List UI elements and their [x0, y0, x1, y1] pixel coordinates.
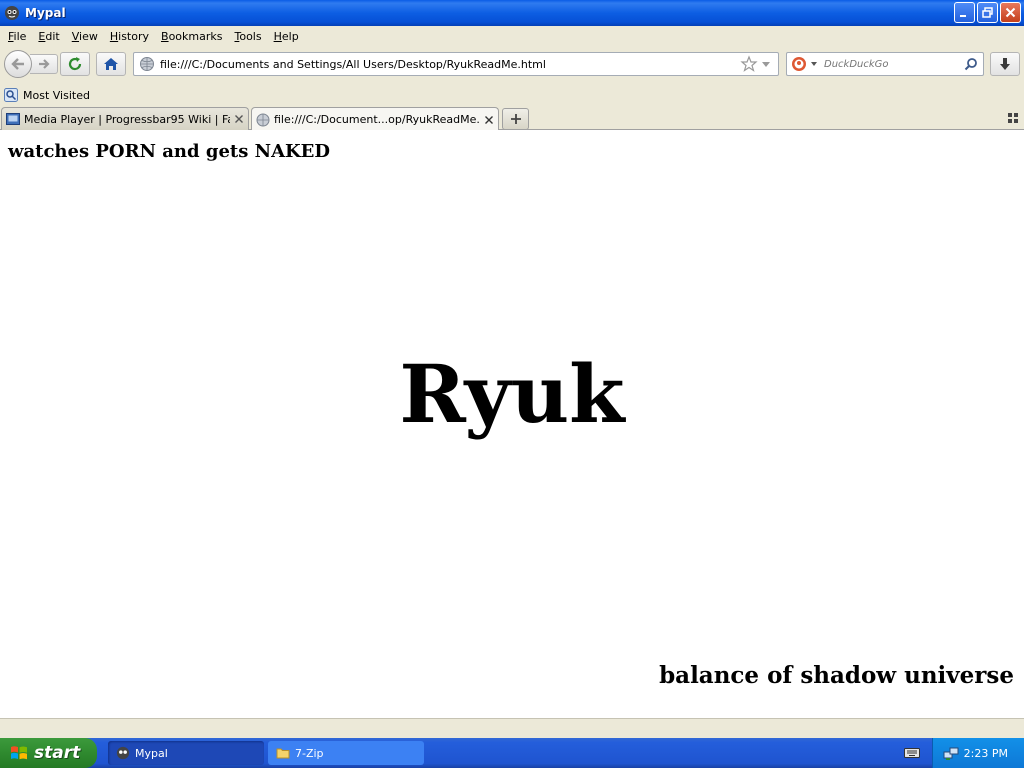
- back-button[interactable]: [4, 50, 32, 78]
- mypal-app-icon: [5, 6, 19, 20]
- minimize-icon: [960, 15, 966, 17]
- tab-strip: Media Player | Progressbar95 Wiki | Fand…: [0, 106, 1024, 131]
- search-input[interactable]: [824, 58, 964, 70]
- keyboard-icon[interactable]: [904, 746, 920, 760]
- new-tab-button[interactable]: [502, 108, 529, 130]
- page-top-text: watches PORN and gets NAKED: [8, 141, 331, 162]
- page-bottom-text: balance of shadow universe: [659, 662, 1014, 689]
- page-title: Ryuk: [399, 347, 625, 441]
- system-tray: 2:23 PM: [932, 738, 1024, 768]
- menu-bookmarks[interactable]: Bookmarks: [155, 30, 228, 43]
- most-visited-icon: [4, 88, 18, 102]
- search-bar[interactable]: [786, 52, 984, 76]
- folder-icon: [276, 748, 290, 759]
- globe-icon: [140, 57, 154, 71]
- tab-label: file:///C:/Document...op/RyukReadMe.html: [274, 113, 480, 126]
- menu-tools[interactable]: Tools: [228, 30, 267, 43]
- reload-button[interactable]: [60, 52, 90, 76]
- taskbar-item-mypal[interactable]: Mypal: [108, 741, 264, 765]
- menu-history[interactable]: History: [104, 30, 155, 43]
- taskbar-item-7zip[interactable]: 7-Zip: [268, 741, 424, 765]
- restore-button[interactable]: [977, 2, 998, 23]
- list-all-tabs-icon[interactable]: [1008, 113, 1018, 123]
- taskbar-item-label: Mypal: [135, 746, 168, 760]
- search-magnifier-icon[interactable]: [964, 57, 978, 71]
- fandom-favicon-icon: [6, 113, 20, 125]
- home-button[interactable]: [96, 52, 126, 76]
- window-title: Mypal: [25, 6, 66, 20]
- tab-label: Media Player | Progressbar95 Wiki | Fand…: [24, 112, 230, 126]
- address-bar[interactable]: file:///C:/Documents and Settings/All Us…: [133, 52, 779, 76]
- taskbar-item-label: 7-Zip: [295, 746, 324, 760]
- windows-flag-icon: [11, 746, 27, 760]
- start-button[interactable]: start: [0, 738, 97, 768]
- tab-media-player[interactable]: Media Player | Progressbar95 Wiki | Fand…: [1, 107, 249, 130]
- menu-help[interactable]: Help: [268, 30, 305, 43]
- bookmark-star-icon[interactable]: [740, 55, 758, 73]
- most-visited-bookmark[interactable]: Most Visited: [23, 89, 90, 102]
- globe-icon: [256, 113, 270, 126]
- url-history-dropdown-icon[interactable]: [760, 58, 772, 70]
- status-bar: [0, 718, 1024, 738]
- plus-icon: [510, 114, 521, 124]
- reload-icon: [68, 57, 82, 71]
- close-button[interactable]: [1000, 2, 1021, 23]
- close-icon: [1005, 7, 1016, 18]
- bookmarks-toolbar: Most Visited: [0, 84, 1024, 106]
- search-engine-dropdown-icon[interactable]: [810, 60, 818, 68]
- title-bar[interactable]: Mypal: [0, 0, 1024, 26]
- menu-file[interactable]: File: [2, 30, 32, 43]
- download-arrow-icon: [1000, 58, 1010, 70]
- start-label: start: [34, 743, 81, 763]
- minimize-button[interactable]: [954, 2, 975, 23]
- network-icon[interactable]: [943, 745, 959, 761]
- navigation-toolbar: file:///C:/Documents and Settings/All Us…: [0, 46, 1024, 82]
- menu-edit[interactable]: Edit: [32, 30, 65, 43]
- restore-icon: [982, 7, 993, 18]
- url-text[interactable]: file:///C:/Documents and Settings/All Us…: [160, 58, 740, 71]
- forward-arrow-icon: [38, 59, 50, 69]
- close-tab-icon[interactable]: [234, 114, 244, 124]
- tab-ryuk-readme[interactable]: file:///C:/Document...op/RyukReadMe.html: [251, 107, 499, 131]
- menu-bar: File Edit View History Bookmarks Tools H…: [0, 26, 1024, 46]
- taskbar: start Mypal 7-Zip 2:23 PM: [0, 738, 1024, 768]
- home-icon: [104, 58, 118, 70]
- clock[interactable]: 2:23 PM: [964, 747, 1008, 760]
- downloads-button[interactable]: [990, 52, 1020, 76]
- back-arrow-icon: [11, 58, 24, 70]
- page-content: watches PORN and gets NAKED Ryuk balance…: [0, 130, 1024, 718]
- close-tab-icon[interactable]: [484, 115, 494, 125]
- forward-button[interactable]: [30, 54, 58, 74]
- duckduckgo-icon[interactable]: [791, 56, 807, 72]
- menu-view[interactable]: View: [66, 30, 104, 43]
- mypal-app-icon: [116, 746, 130, 760]
